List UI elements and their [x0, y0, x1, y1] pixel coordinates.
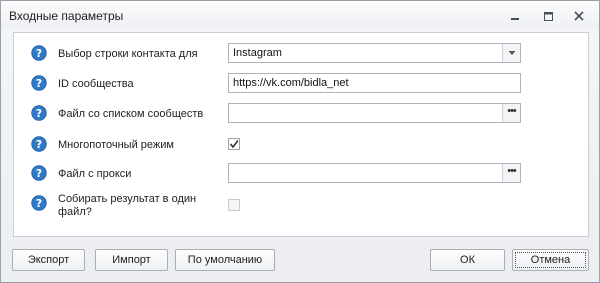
minimize-icon[interactable] [508, 9, 522, 23]
browse-button[interactable]: ••• [502, 164, 520, 182]
cancel-button[interactable]: Отмена [512, 249, 589, 271]
svg-text:?: ? [36, 197, 42, 210]
proxy-file-input[interactable]: ••• [228, 163, 521, 183]
contact-line-value: Instagram [233, 47, 282, 59]
maximize-icon[interactable] [541, 9, 555, 23]
ok-button[interactable]: ОК [430, 249, 505, 271]
export-button[interactable]: Экспорт [12, 249, 85, 271]
help-icon[interactable]: ? [31, 165, 47, 181]
ellipsis-icon: ••• [507, 165, 517, 177]
svg-text:?: ? [36, 47, 42, 60]
ellipsis-icon: ••• [507, 105, 517, 117]
browse-button[interactable]: ••• [502, 104, 520, 122]
label-contact-line: Выбор строки контакта для [58, 48, 198, 60]
label-proxy-file: Файл с прокси [58, 168, 132, 180]
label-communities-file: Файл со списком сообществ [58, 108, 204, 120]
help-icon[interactable]: ? [31, 136, 47, 152]
label-single-file: Собирать результат в один файл? [58, 193, 197, 218]
help-icon[interactable]: ? [31, 75, 47, 91]
label-multithread: Многопоточный режим [58, 139, 174, 151]
community-id-input[interactable]: https://vk.com/bidla_net [228, 73, 521, 93]
window-title: Входные параметры [9, 9, 124, 23]
dialog-window: Входные параметры ? Выбор строки контакт… [0, 0, 600, 283]
default-button[interactable]: По умолчанию [175, 249, 275, 271]
svg-text:?: ? [36, 77, 42, 90]
single-file-checkbox[interactable] [228, 199, 240, 211]
community-id-value: https://vk.com/bidla_net [233, 77, 349, 89]
communities-file-input[interactable]: ••• [228, 103, 521, 123]
svg-text:?: ? [36, 107, 42, 120]
title-bar[interactable]: Входные параметры [1, 1, 599, 29]
import-button[interactable]: Импорт [95, 249, 168, 271]
contact-line-dropdown[interactable]: Instagram [228, 43, 521, 63]
help-icon[interactable]: ? [31, 195, 47, 211]
checkmark-icon [229, 140, 239, 149]
multithread-checkbox[interactable] [228, 138, 240, 150]
label-community-id: ID сообщества [58, 78, 134, 90]
svg-text:?: ? [36, 167, 42, 180]
parameters-panel: ? Выбор строки контакта для Instagram ? … [13, 32, 589, 237]
svg-text:?: ? [36, 138, 42, 151]
close-icon[interactable] [572, 9, 586, 23]
chevron-down-icon[interactable] [502, 44, 520, 62]
help-icon[interactable]: ? [31, 105, 47, 121]
help-icon[interactable]: ? [31, 45, 47, 61]
